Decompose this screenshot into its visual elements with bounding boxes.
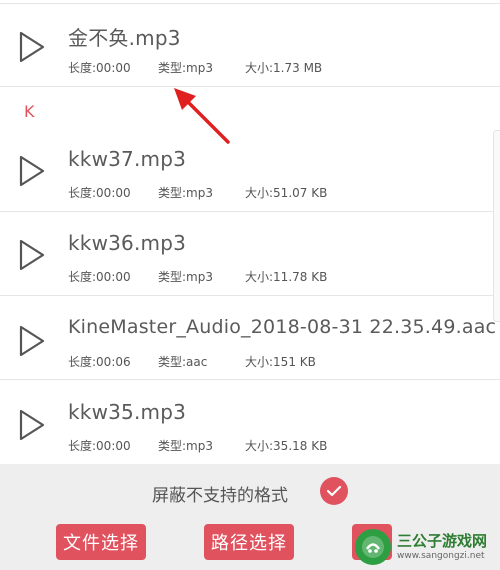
- play-icon[interactable]: [15, 29, 49, 65]
- file-length: 长度:00:00: [68, 61, 131, 75]
- file-size: 大小:1.73 MB: [245, 61, 323, 75]
- filter-unsupported-checkbox[interactable]: [320, 477, 348, 505]
- check-icon: [326, 485, 342, 497]
- file-type: 类型:mp3: [158, 270, 213, 284]
- watermark: 三公子游戏网 www.sangongzi.net: [355, 524, 500, 570]
- watermark-logo-icon: [355, 529, 391, 565]
- file-name: KineMaster_Audio_2018-08-31 22.35.49.aac: [68, 316, 497, 338]
- file-length: 长度:00:00: [68, 439, 131, 453]
- list-item[interactable]: KineMaster_Audio_2018-08-31 22.35.49.aac…: [0, 298, 500, 380]
- file-length: 长度:00:00: [68, 186, 131, 200]
- file-size: 大小:35.18 KB: [245, 439, 328, 453]
- file-size: 大小:51.07 KB: [245, 186, 328, 200]
- file-length: 长度:00:00: [68, 270, 131, 284]
- file-name: kkw37.mp3: [68, 147, 187, 171]
- section-header-k: K: [24, 102, 35, 121]
- file-size: 大小:11.78 KB: [245, 270, 328, 284]
- file-type: 类型:aac: [158, 355, 208, 369]
- divider: [0, 3, 500, 4]
- path-select-button[interactable]: 路径选择: [204, 524, 294, 560]
- file-select-button[interactable]: 文件选择: [56, 524, 146, 560]
- list-item[interactable]: kkw36.mp3 长度:00:00 类型:mp3 大小:11.78 KB: [0, 214, 500, 296]
- list-item[interactable]: kkw35.mp3 长度:00:00 类型:mp3 大小:35.18 KB: [0, 382, 500, 464]
- list-item[interactable]: 金不奂.mp3 长度:00:00 类型:mp3 大小:1.73 MB: [0, 5, 500, 87]
- play-icon[interactable]: [15, 323, 49, 359]
- list-item[interactable]: kkw37.mp3 长度:00:00 类型:mp3 大小:51.07 KB: [0, 130, 500, 212]
- file-size: 大小:151 KB: [245, 355, 316, 369]
- file-name: 金不奂.mp3: [68, 26, 181, 50]
- watermark-name: 三公子游戏网: [397, 532, 488, 550]
- file-type: 类型:mp3: [158, 61, 213, 75]
- file-type: 类型:mp3: [158, 186, 213, 200]
- play-icon[interactable]: [15, 407, 49, 443]
- watermark-url: www.sangongzi.net: [397, 551, 485, 561]
- file-name: kkw36.mp3: [68, 231, 187, 255]
- scrollbar[interactable]: [493, 130, 500, 322]
- filter-unsupported-label: 屏蔽不支持的格式: [152, 486, 288, 506]
- file-length: 长度:00:06: [68, 355, 131, 369]
- annotation-arrow-icon: [174, 88, 230, 144]
- file-name: kkw35.mp3: [68, 400, 187, 424]
- play-icon[interactable]: [15, 153, 49, 189]
- play-icon[interactable]: [15, 237, 49, 273]
- file-type: 类型:mp3: [158, 439, 213, 453]
